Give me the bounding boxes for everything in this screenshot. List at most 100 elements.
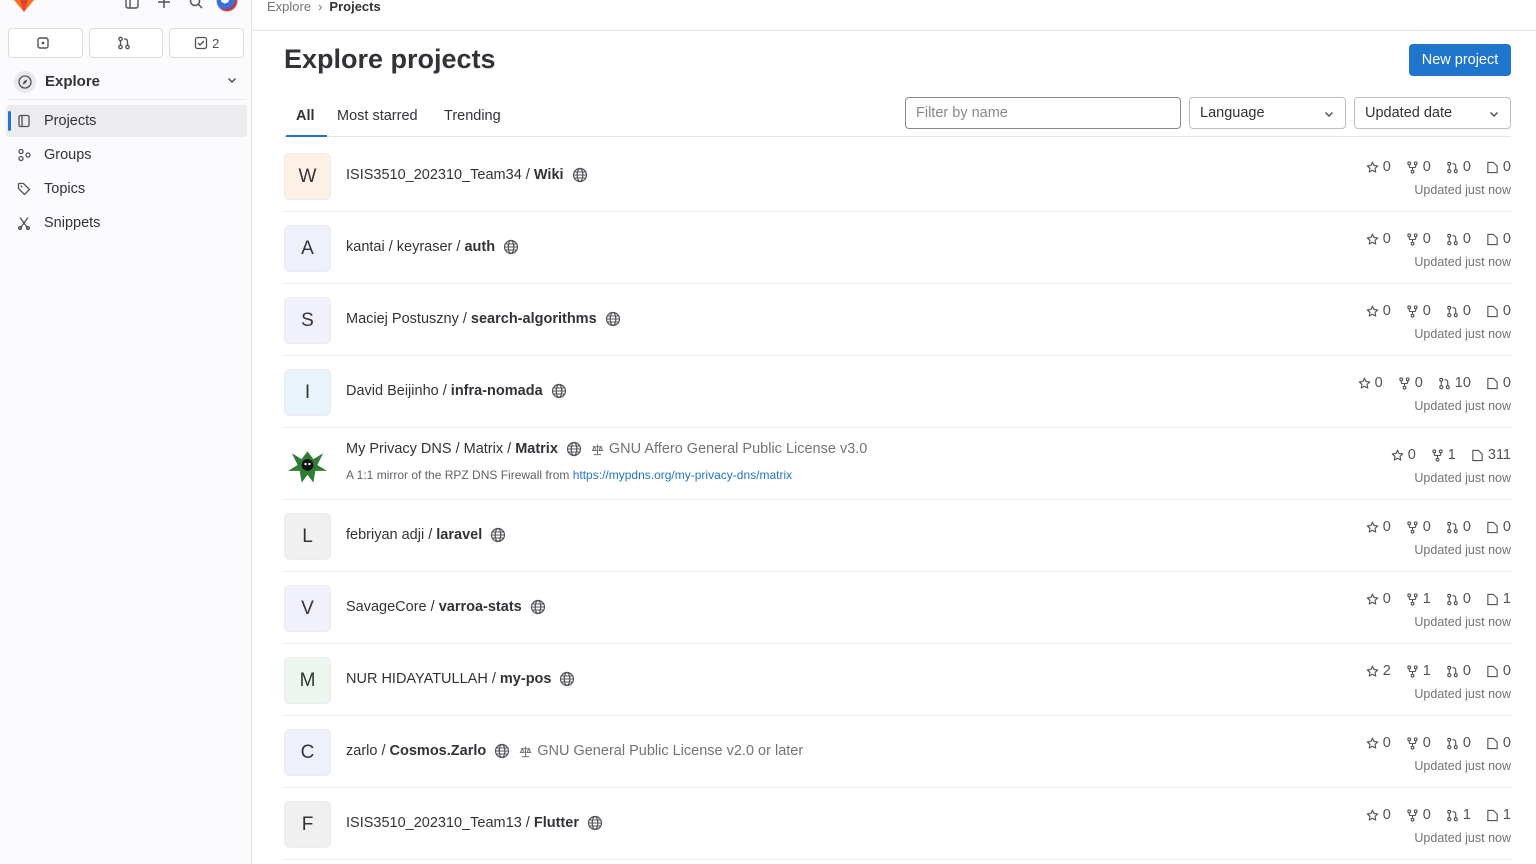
- project-namespace[interactable]: David Beijinho: [346, 383, 439, 399]
- explore-section-header[interactable]: Explore: [8, 64, 246, 100]
- stars-stat[interactable]: 0: [1366, 303, 1391, 319]
- sidebar-item-topics[interactable]: Topics: [6, 173, 247, 205]
- search-icon[interactable]: [186, 0, 206, 12]
- project-avatar[interactable]: M: [284, 657, 331, 704]
- merge-requests-stat[interactable]: 1: [1446, 807, 1471, 823]
- issues-stat[interactable]: 0: [1486, 663, 1511, 679]
- project-row[interactable]: F ISIS3510_202310_Team13 / Flutter 0011 …: [284, 788, 1511, 860]
- forks-stat[interactable]: 1: [1406, 663, 1431, 679]
- project-namespace[interactable]: SavageCore: [346, 599, 427, 615]
- merge-requests-stat[interactable]: 0: [1446, 519, 1471, 535]
- project-license[interactable]: GNU General Public License v2.0 or later: [519, 743, 803, 759]
- project-avatar[interactable]: L: [284, 513, 331, 560]
- forks-stat[interactable]: 0: [1406, 159, 1431, 175]
- merge-requests-stat[interactable]: 10: [1438, 375, 1471, 391]
- stars-stat[interactable]: 2: [1366, 663, 1391, 679]
- forks-stat[interactable]: 0: [1406, 735, 1431, 751]
- project-row[interactable]: S Maciej Postuszny / search-algorithms 0…: [284, 284, 1511, 356]
- sidebar-item-groups[interactable]: Groups: [6, 139, 247, 171]
- sidebar-toggle-icon[interactable]: [122, 0, 142, 12]
- todos-count-button[interactable]: 2: [169, 28, 245, 58]
- sidebar-item-projects[interactable]: Projects: [6, 105, 247, 137]
- merge-requests-stat[interactable]: 0: [1446, 663, 1471, 679]
- stars-stat[interactable]: 0: [1366, 735, 1391, 751]
- stars-stat[interactable]: 0: [1391, 447, 1416, 463]
- merge-requests-stat[interactable]: 0: [1446, 159, 1471, 175]
- project-name-link[interactable]: search-algorithms: [471, 311, 597, 327]
- project-name-link[interactable]: my-pos: [500, 671, 552, 687]
- project-row[interactable]: C zarlo / Cosmos.Zarlo GNU General Publi…: [284, 716, 1511, 788]
- issues-stat[interactable]: 0: [1486, 735, 1511, 751]
- issues-stat[interactable]: 311: [1471, 447, 1511, 463]
- project-avatar[interactable]: S: [284, 297, 331, 344]
- project-name-link[interactable]: infra-nomada: [451, 383, 543, 399]
- project-avatar[interactable]: I: [284, 369, 331, 416]
- project-namespace[interactable]: ISIS3510_202310_Team13: [346, 815, 522, 831]
- project-name-link[interactable]: Matrix: [515, 441, 558, 457]
- project-avatar[interactable]: [284, 441, 331, 488]
- project-row[interactable]: M NUR HIDAYATULLAH / my-pos 2 1 0 0 Updated…: [284, 644, 1511, 716]
- stars-stat[interactable]: 0: [1366, 807, 1391, 823]
- issues-count-button[interactable]: [8, 28, 83, 58]
- project-namespace[interactable]: My Privacy DNS / Matrix: [346, 441, 503, 457]
- tab-most-starred[interactable]: Most starred: [337, 96, 418, 136]
- project-avatar[interactable]: F: [284, 801, 331, 848]
- project-namespace[interactable]: NUR HIDAYATULLAH: [346, 671, 488, 687]
- project-row[interactable]: I David Beijinho / infra-nomada 0 0 10 0 Up…: [284, 356, 1511, 428]
- project-name-link[interactable]: auth: [464, 239, 495, 255]
- project-row[interactable]: W ISIS3510_202310_Team34 / Wiki 0 0 0 0 Upd…: [284, 140, 1511, 212]
- merge-requests-stat[interactable]: 0: [1446, 735, 1471, 751]
- tab-trending[interactable]: Trending: [444, 96, 501, 136]
- issues-stat[interactable]: 1: [1486, 807, 1511, 823]
- project-avatar[interactable]: V: [284, 585, 331, 632]
- issues-stat[interactable]: 0: [1486, 303, 1511, 319]
- forks-stat[interactable]: 1: [1431, 447, 1456, 463]
- forks-stat[interactable]: 1: [1406, 591, 1431, 607]
- project-namespace[interactable]: kantai / keyraser: [346, 239, 452, 255]
- plus-icon[interactable]: [154, 0, 174, 12]
- project-row[interactable]: A kantai / keyraser / auth 0 0 0 0 Updated …: [284, 212, 1511, 284]
- merge-requests-stat[interactable]: 0: [1446, 591, 1471, 607]
- forks-stat[interactable]: 0: [1406, 519, 1431, 535]
- gitlab-logo-icon[interactable]: [12, 0, 36, 14]
- user-avatar[interactable]: [216, 0, 238, 12]
- project-name-link[interactable]: laravel: [436, 527, 482, 543]
- project-avatar[interactable]: C: [284, 729, 331, 776]
- project-namespace[interactable]: zarlo: [346, 743, 377, 759]
- forks-stat[interactable]: 0: [1406, 303, 1431, 319]
- forks-stat[interactable]: 0: [1398, 375, 1423, 391]
- sidebar-item-snippets[interactable]: Snippets: [6, 207, 247, 239]
- stars-stat[interactable]: 0: [1366, 159, 1391, 175]
- language-dropdown[interactable]: Language: [1189, 97, 1346, 129]
- project-avatar[interactable]: A: [284, 225, 331, 272]
- issues-stat[interactable]: 0: [1486, 375, 1511, 391]
- project-namespace[interactable]: Maciej Postuszny: [346, 311, 459, 327]
- forks-stat[interactable]: 0: [1406, 231, 1431, 247]
- project-name-link[interactable]: Flutter: [534, 815, 579, 831]
- forks-stat[interactable]: 0: [1406, 807, 1431, 823]
- project-row[interactable]: V SavageCore / varroa-stats 0 1 0 1 Updated…: [284, 572, 1511, 644]
- breadcrumb-explore-link[interactable]: Explore: [267, 0, 311, 14]
- stars-stat[interactable]: 0: [1366, 231, 1391, 247]
- project-name-link[interactable]: Cosmos.Zarlo: [390, 743, 487, 759]
- project-description-link[interactable]: https://mypdns.org/my-privacy-dns/matrix: [573, 468, 792, 482]
- stars-stat[interactable]: 0: [1366, 519, 1391, 535]
- issues-stat[interactable]: 1: [1486, 591, 1511, 607]
- project-row[interactable]: L febriyan adji / laravel 0 0 0 0 Updated j…: [284, 500, 1511, 572]
- sort-dropdown[interactable]: Updated date: [1354, 97, 1511, 129]
- project-license[interactable]: GNU Affero General Public License v3.0: [591, 441, 867, 457]
- issues-stat[interactable]: 0: [1486, 519, 1511, 535]
- merge-requests-count-button[interactable]: [88, 28, 164, 58]
- issues-stat[interactable]: 0: [1486, 231, 1511, 247]
- stars-stat[interactable]: 0: [1366, 591, 1391, 607]
- merge-requests-stat[interactable]: 0: [1446, 303, 1471, 319]
- issues-stat[interactable]: 0: [1486, 159, 1511, 175]
- filter-by-name-input[interactable]: [905, 97, 1181, 129]
- tab-all[interactable]: All: [286, 96, 326, 137]
- project-namespace[interactable]: febriyan adji: [346, 527, 424, 543]
- new-project-button[interactable]: New project: [1409, 44, 1511, 76]
- project-name-link[interactable]: Wiki: [534, 167, 564, 183]
- project-avatar[interactable]: W: [284, 153, 331, 200]
- project-namespace[interactable]: ISIS3510_202310_Team34: [346, 167, 522, 183]
- project-name-link[interactable]: varroa-stats: [439, 599, 522, 615]
